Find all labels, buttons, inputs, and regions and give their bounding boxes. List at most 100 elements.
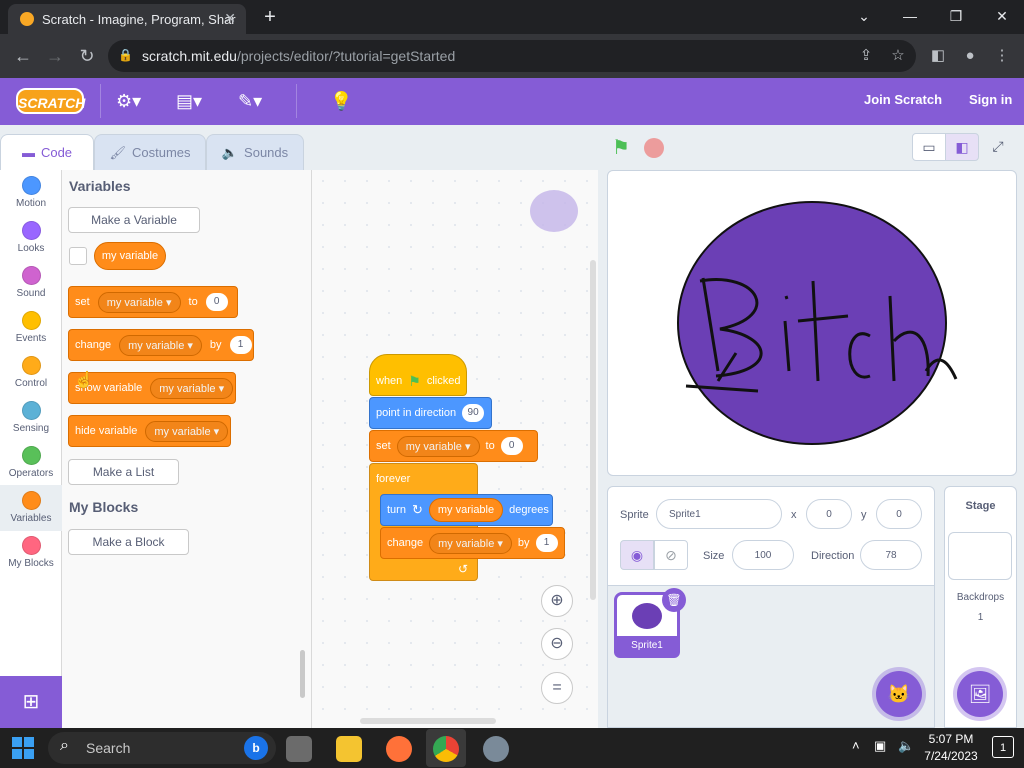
settings-gear-icon[interactable]: ⚙▾ [116,90,141,112]
side-panel-icon[interactable]: ◧ [928,46,948,66]
join-scratch-link[interactable]: Join Scratch [864,92,942,107]
close-tab-icon[interactable]: ✕ [224,10,236,27]
category-sensing[interactable]: Sensing [0,395,62,440]
tab-sounds[interactable]: 🔈 Sounds [206,134,304,170]
normal-stage-button[interactable]: ◧ [945,133,979,161]
size-field[interactable]: 100 [732,540,794,570]
value-input[interactable]: 1 [229,336,252,354]
bing-icon[interactable]: b [244,736,268,760]
block-op: change [75,339,112,351]
make-variable-button[interactable]: Make a Variable [68,207,200,233]
choose-sprite-cat-icon[interactable]: 🐱 [876,671,922,717]
firefox-icon[interactable] [386,736,412,762]
hide-variable-block[interactable]: hide variable my variable ▾ [68,415,231,447]
variable-dropdown[interactable]: my variable ▾ [150,377,234,399]
set-variable-block[interactable]: set my variable ▾ to 0 [68,286,238,318]
my-variable-reporter[interactable]: my variable [428,498,504,522]
sprite-name-field[interactable]: Sprite1 [656,499,782,529]
choose-backdrop-icon[interactable]: 🖼 [957,671,1003,717]
windows-start-icon[interactable] [12,737,34,759]
sign-in-link[interactable]: Sign in [969,92,1012,107]
scratch-logo[interactable]: SCRATCH [16,88,85,114]
chrome-icon[interactable] [433,736,459,762]
tab-code[interactable]: ▬ Code [0,134,94,170]
network-icon[interactable]: ▣ [874,738,886,754]
task-view-icon[interactable] [286,736,312,762]
small-stage-button[interactable]: ▭ [912,133,946,161]
set-variable-block[interactable]: set my variable ▾ to 0 [369,430,538,462]
green-flag-button[interactable]: ⚑ [612,137,634,159]
browser-tab[interactable]: Scratch - Imagine, Program, Shar ✕ [8,4,246,34]
variable-dropdown[interactable]: my variable ▾ [97,291,181,313]
tab-costumes[interactable]: 🖌 Costumes [94,134,206,170]
notification-center-icon[interactable]: 1 [992,736,1014,758]
file-menu-icon[interactable]: ▤▾ [176,90,202,112]
hide-sprite-eye-icon[interactable]: ⊘ [654,540,688,570]
share-icon[interactable]: ⇪ [856,46,876,66]
value-input[interactable]: 0 [500,437,523,455]
value-input[interactable]: 0 [205,293,228,311]
script-scrollbar[interactable] [590,260,596,600]
variable-dropdown[interactable]: my variable ▾ [429,532,512,554]
variable-checkbox[interactable] [69,247,87,265]
my-variable-reporter[interactable]: my variable [94,242,166,270]
point-in-direction-block[interactable]: point in direction 90 [369,397,492,429]
stop-button[interactable] [644,138,664,158]
value-input[interactable]: 1 [535,534,558,552]
edit-menu-icon[interactable]: ✎▾ [238,90,262,112]
palette-scrollbar[interactable] [300,650,305,698]
x-field[interactable]: 0 [806,499,852,529]
zoom-reset-button[interactable]: = [541,672,573,704]
change-variable-block[interactable]: change my variable ▾ by 1 [380,527,565,559]
category-looks[interactable]: Looks [0,215,62,260]
when-flag-clicked-block[interactable]: when ⚑ clicked [369,354,467,396]
bookmark-star-icon[interactable]: ☆ [888,46,908,66]
category-sound[interactable]: Sound [0,260,62,305]
url-field[interactable]: scratch.mit.edu/projects/editor/?tutoria… [108,40,916,72]
turn-degrees-block[interactable]: turn ↻ my variable degrees [380,494,553,526]
reload-icon[interactable]: ↻ [74,44,100,68]
close-window-button[interactable]: ✕ [980,4,1024,28]
show-hidden-icons-chevron-icon[interactable]: ˄ [852,738,860,753]
script-horizontal-scrollbar[interactable] [360,718,496,724]
lock-icon[interactable]: 🔒 [118,48,133,62]
minimize-button[interactable]: — [888,4,932,28]
new-tab-button[interactable]: + [258,4,282,30]
delete-sprite-trash-icon[interactable]: 🗑 [662,588,686,612]
category-variables[interactable]: Variables [0,485,62,530]
taskbar-clock[interactable]: 5:07 PM 7/24/2023 [922,731,980,765]
back-icon[interactable]: ← [10,44,36,68]
direction-input[interactable]: 90 [462,404,485,422]
variable-dropdown[interactable]: my variable ▾ [145,420,229,442]
tutorials-lightbulb-icon[interactable]: 💡 [330,90,352,112]
change-variable-block[interactable]: change my variable ▾ by 1 [68,329,254,361]
category-motion[interactable]: Motion [0,170,62,215]
direction-field[interactable]: 78 [860,540,922,570]
browser-menu-icon[interactable]: ⋮ [992,46,1012,66]
variable-dropdown[interactable]: my variable ▾ [119,334,202,356]
maximize-button[interactable]: ❐ [934,4,978,28]
stage[interactable] [607,170,1017,476]
settings-gear-taskbar-icon[interactable] [483,736,509,762]
tab-search-chevron-icon[interactable]: ⌄ [842,4,886,28]
make-block-button[interactable]: Make a Block [68,529,189,555]
taskbar-search[interactable]: ⌕ Search b [48,732,276,764]
direction-label: Direction [811,550,855,562]
category-my-blocks[interactable]: My Blocks [0,530,62,575]
variable-dropdown[interactable]: my variable ▾ [396,435,480,457]
forward-icon[interactable]: → [42,44,68,68]
profile-icon[interactable]: ● [960,46,980,66]
show-sprite-eye-icon[interactable]: ◉ [620,540,654,570]
make-list-button[interactable]: Make a List [68,459,179,485]
category-control[interactable]: Control [0,350,62,395]
zoom-out-button[interactable]: ⊖ [541,628,573,660]
file-explorer-icon[interactable] [336,736,362,762]
add-extension-button[interactable]: ⊞ [0,676,62,728]
fullscreen-icon[interactable]: ⤢ [984,133,1012,161]
backdrop-thumbnail[interactable] [948,532,1012,580]
category-events[interactable]: Events [0,305,62,350]
y-field[interactable]: 0 [876,499,922,529]
volume-icon[interactable]: 🔈 [898,738,914,754]
zoom-in-button[interactable]: ⊕ [541,585,573,617]
category-operators[interactable]: Operators [0,440,62,485]
